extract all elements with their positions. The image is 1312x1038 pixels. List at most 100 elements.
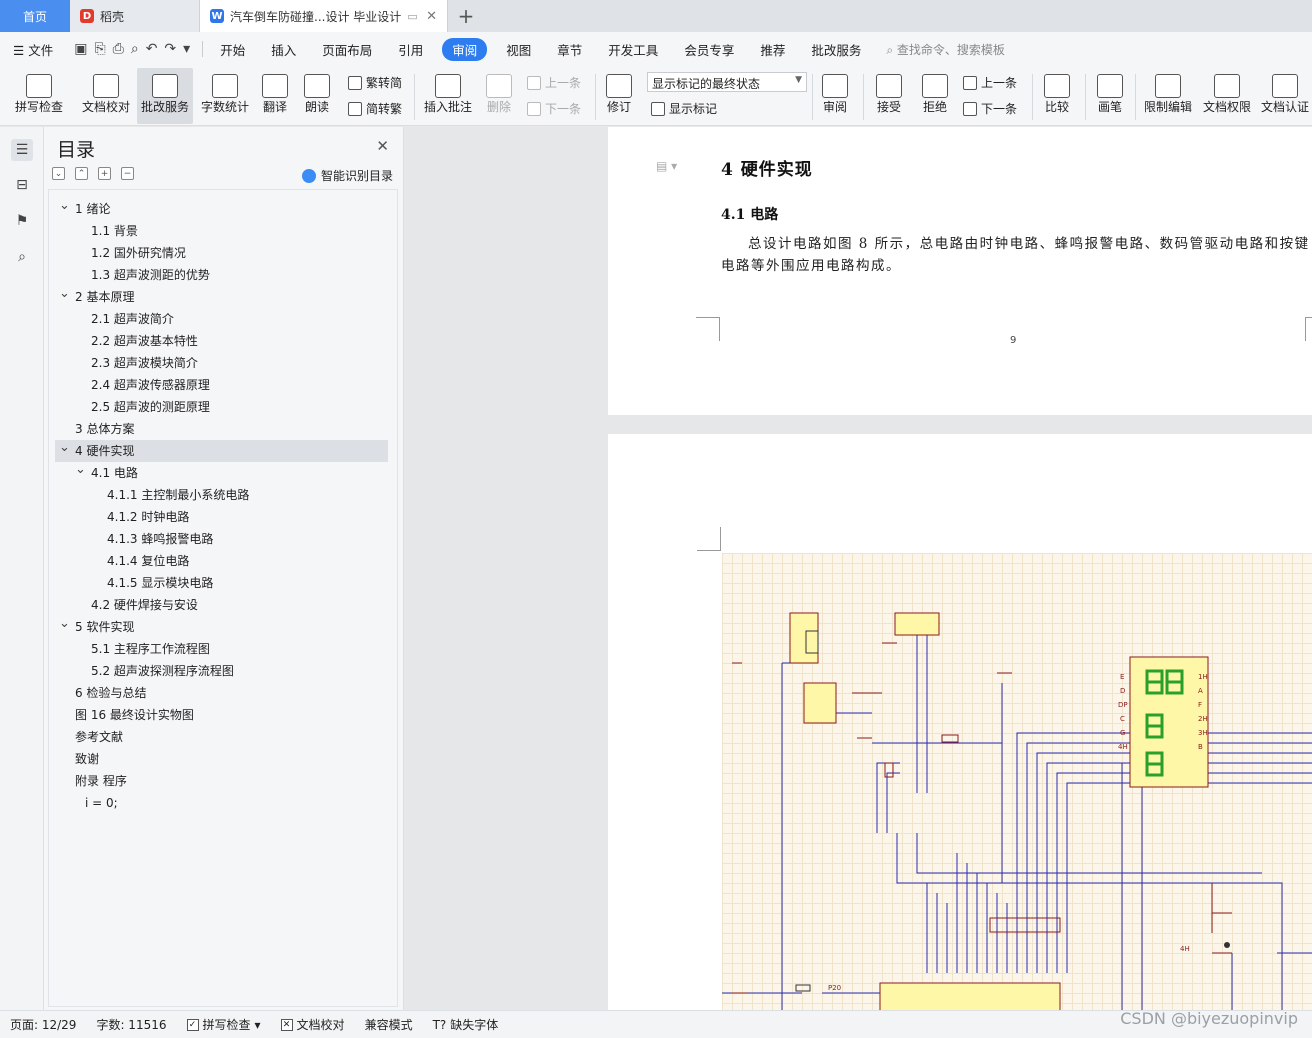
chapter-nav-icon[interactable]: ⊟ bbox=[11, 174, 33, 196]
toc-item[interactable]: 4.1.3 蜂鸣报警电路 bbox=[49, 528, 397, 550]
word-count-indicator[interactable]: 字数: 11516 bbox=[86, 1016, 176, 1033]
toc-item[interactable]: 致谢 bbox=[49, 748, 397, 770]
prev-comment-button[interactable]: 上一条 bbox=[527, 74, 581, 91]
new-tab-button[interactable]: + bbox=[448, 0, 484, 32]
collapse-all-icon[interactable]: ⌄ bbox=[52, 167, 65, 180]
toc-item[interactable]: 4.1.2 时钟电路 bbox=[49, 506, 397, 528]
doc-certify-button[interactable]: 文档认证 bbox=[1258, 68, 1312, 124]
monitor-icon[interactable]: ▭ bbox=[407, 10, 417, 23]
toc-item[interactable]: 2.3 超声波模块简介 bbox=[49, 352, 397, 374]
toc-item[interactable]: 图 16 最终设计实物图 bbox=[49, 704, 397, 726]
toc-item[interactable]: 1.2 国外研究情况 bbox=[49, 242, 397, 264]
toc-item[interactable]: 2.2 超声波基本特性 bbox=[49, 330, 397, 352]
remove-heading-icon[interactable]: − bbox=[121, 167, 134, 180]
toc-item[interactable]: 6 检验与总结 bbox=[49, 682, 397, 704]
save-icon[interactable]: ▣ bbox=[74, 41, 87, 57]
reject-button[interactable]: 拒绝 bbox=[915, 68, 955, 124]
file-menu[interactable]: ☰ 文件 bbox=[0, 40, 66, 59]
toc-item[interactable]: ⌄ 5 软件实现 bbox=[49, 616, 397, 638]
toc-item[interactable]: 2.4 超声波传感器原理 bbox=[49, 374, 397, 396]
paragraph-handle-icon[interactable]: ▤ ▾ bbox=[656, 159, 677, 173]
toc-item[interactable]: 1.3 超声波测距的优势 bbox=[49, 264, 397, 286]
chevron-down-icon[interactable]: ⌄ bbox=[59, 613, 70, 635]
tab-document[interactable]: W 汽车倒车防碰撞...设计 毕业设计 ▭ ✕ bbox=[200, 0, 448, 32]
close-tab-icon[interactable]: ✕ bbox=[426, 9, 437, 24]
chevron-down-icon[interactable]: ⌄ bbox=[59, 195, 70, 217]
restrict-editing-button[interactable]: 限制编辑 bbox=[1141, 68, 1195, 124]
grading-service-button[interactable]: 批改服务 bbox=[137, 68, 193, 124]
insert-comment-button[interactable]: 插入批注 bbox=[420, 68, 476, 124]
show-markup-button[interactable]: 显示标记 bbox=[651, 100, 717, 117]
chevron-down-icon[interactable]: ⌄ bbox=[75, 459, 86, 481]
translate-button[interactable]: 翻译 bbox=[255, 68, 295, 124]
menu-item-member[interactable]: 会员专享 bbox=[671, 40, 747, 59]
toc-item[interactable]: 2.5 超声波的测距原理 bbox=[49, 396, 397, 418]
export-icon[interactable]: ⎘ bbox=[94, 41, 105, 57]
expand-up-icon[interactable]: ⌃ bbox=[75, 167, 88, 180]
more-dropdown-icon[interactable]: ▾ bbox=[183, 41, 190, 57]
toc-item[interactable]: 4.2 硬件焊接与安设 bbox=[49, 594, 397, 616]
menu-item-devtools[interactable]: 开发工具 bbox=[595, 40, 671, 59]
close-icon[interactable]: ✕ bbox=[376, 137, 389, 155]
markup-state-select[interactable]: 显示标记的最终状态 ▼ bbox=[647, 72, 807, 92]
toc-item[interactable]: 附录 程序 bbox=[49, 770, 397, 792]
next-change-button[interactable]: 下一条 bbox=[963, 100, 1017, 117]
bookmark-icon[interactable]: ⚑ bbox=[11, 210, 33, 232]
print-icon[interactable]: ⎙ bbox=[113, 41, 124, 57]
compat-mode[interactable]: 兼容模式 bbox=[355, 1016, 423, 1033]
delete-comment-button[interactable]: 删除 bbox=[480, 68, 518, 124]
track-changes-button[interactable]: 修订 bbox=[600, 68, 638, 124]
toc-item[interactable]: 参考文献 bbox=[49, 726, 397, 748]
pen-button[interactable]: 画笔 bbox=[1091, 68, 1129, 124]
toc-item[interactable]: 3 总体方案 bbox=[49, 418, 397, 440]
read-aloud-button[interactable]: 朗读 bbox=[299, 68, 335, 124]
next-comment-button[interactable]: 下一条 bbox=[527, 100, 581, 117]
chevron-down-icon[interactable]: ⌄ bbox=[59, 437, 70, 459]
menu-item-view[interactable]: 视图 bbox=[493, 40, 544, 59]
toc-item[interactable]: 4.1.1 主控制最小系统电路 bbox=[49, 484, 397, 506]
review-pane-button[interactable]: 审阅 bbox=[816, 68, 854, 124]
trad-to-simp-button[interactable]: 繁转简 bbox=[348, 74, 402, 91]
toc-item[interactable]: 4.1.5 显示模块电路 bbox=[49, 572, 397, 594]
prev-change-button[interactable]: 上一条 bbox=[963, 74, 1017, 91]
find-icon[interactable]: ⌕ bbox=[11, 246, 33, 268]
toc-item[interactable]: ⌄ 4.1 电路 bbox=[49, 462, 397, 484]
add-heading-icon[interactable]: + bbox=[98, 167, 111, 180]
toc-item[interactable]: ⌄ 2 基本原理 bbox=[49, 286, 397, 308]
toc-item[interactable]: 2.1 超声波简介 bbox=[49, 308, 397, 330]
status-spell-check[interactable]: ✓ 拼写检查 ▾ bbox=[177, 1016, 271, 1033]
spell-check-button[interactable]: 拼写检查 bbox=[8, 68, 70, 124]
menu-item-chapter[interactable]: 章节 bbox=[544, 40, 595, 59]
toc-item[interactable]: i = 0; bbox=[49, 792, 397, 814]
menu-item-recommend[interactable]: 推荐 bbox=[747, 40, 798, 59]
menu-item-insert[interactable]: 插入 bbox=[258, 40, 309, 59]
compare-button[interactable]: 比较 bbox=[1037, 68, 1077, 124]
preview-icon[interactable]: ⌕ bbox=[131, 41, 139, 57]
page-indicator[interactable]: 页面: 12/29 bbox=[0, 1016, 86, 1033]
accept-button[interactable]: 接受 bbox=[869, 68, 909, 124]
status-proofread[interactable]: ✕ 文档校对 bbox=[271, 1016, 355, 1033]
smart-toc-button[interactable]: 智能识别目录 bbox=[301, 167, 393, 184]
toc-item[interactable]: 1.1 背景 bbox=[49, 220, 397, 242]
chevron-down-icon[interactable]: ⌄ bbox=[59, 283, 70, 305]
doc-permission-button[interactable]: 文档权限 bbox=[1200, 68, 1254, 124]
toc-item[interactable]: 4.1.4 复位电路 bbox=[49, 550, 397, 572]
redo-icon[interactable]: ↷ bbox=[164, 41, 176, 57]
undo-icon[interactable]: ↶ bbox=[146, 41, 158, 57]
toc-item[interactable]: 5.1 主程序工作流程图 bbox=[49, 638, 397, 660]
menu-item-reference[interactable]: 引用 bbox=[385, 40, 436, 59]
menu-item-grading[interactable]: 批改服务 bbox=[798, 40, 874, 59]
menu-item-layout[interactable]: 页面布局 bbox=[309, 40, 385, 59]
word-count-button[interactable]: 字数统计 bbox=[198, 68, 252, 124]
toc-item[interactable]: 5.2 超声波探测程序流程图 bbox=[49, 660, 397, 682]
proofread-button[interactable]: 文档校对 bbox=[76, 68, 136, 124]
tab-daoke[interactable]: D 稻壳 bbox=[70, 0, 200, 32]
menu-item-start[interactable]: 开始 bbox=[207, 40, 258, 59]
outline-icon[interactable]: ☰ bbox=[11, 139, 33, 161]
missing-font[interactable]: T? 缺失字体 bbox=[423, 1016, 509, 1033]
command-search[interactable]: ⌕ 查找命令、搜索模板 bbox=[886, 41, 1005, 58]
tab-home[interactable]: 首页 bbox=[0, 0, 70, 32]
menu-item-review[interactable]: 审阅 bbox=[442, 37, 488, 61]
simp-to-trad-button[interactable]: 简转繁 bbox=[348, 100, 402, 117]
toc-item[interactable]: ⌄ 1 绪论 bbox=[49, 198, 397, 220]
